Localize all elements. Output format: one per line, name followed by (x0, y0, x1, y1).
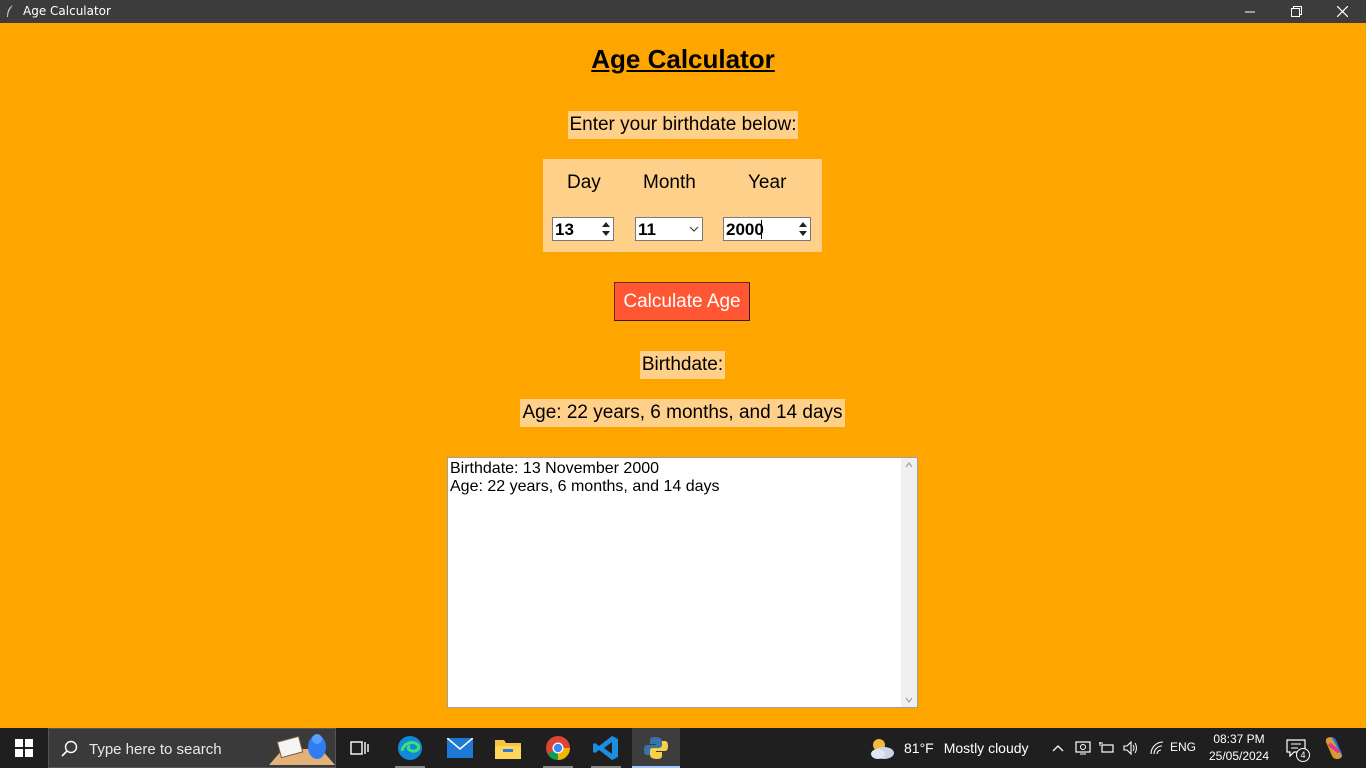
vertical-scrollbar[interactable] (901, 458, 917, 707)
spin-arrows-icon[interactable] (797, 219, 809, 239)
chevron-up-icon (1052, 745, 1064, 752)
taskbar: Type here to search 81°F Mostly cloudy E… (0, 728, 1366, 768)
minimize-icon (1245, 11, 1255, 12)
partly-cloudy-icon (871, 739, 894, 759)
taskbar-file-explorer[interactable] (484, 728, 532, 768)
windows-icon (15, 739, 33, 757)
tray-battery-button[interactable] (1096, 728, 1118, 768)
feather-icon (7, 5, 13, 17)
window-titlebar: Age Calculator (0, 0, 1366, 23)
close-button[interactable] (1319, 0, 1365, 23)
text-cursor (761, 220, 762, 239)
result-textbox[interactable]: Birthdate: 13 November 2000 Age: 22 year… (447, 457, 918, 708)
year-label: Year (748, 172, 787, 193)
result-line-birthdate: Birthdate: 13 November 2000 (450, 460, 660, 477)
tray-volume-button[interactable] (1120, 728, 1142, 768)
taskbar-chrome[interactable] (534, 728, 582, 768)
month-label: Month (643, 172, 696, 193)
month-value[interactable]: 11 (638, 220, 656, 239)
day-spinbox[interactable]: 13 (552, 217, 614, 241)
edge-icon (398, 736, 422, 760)
chevron-down-icon[interactable] (688, 224, 700, 234)
start-button[interactable] (0, 728, 48, 768)
chrome-icon (546, 736, 570, 761)
python-icon (644, 737, 668, 759)
file-explorer-icon (495, 740, 521, 759)
result-line-age: Age: 22 years, 6 months, and 14 days (450, 478, 720, 495)
wifi-icon (1150, 741, 1164, 755)
month-dropdown[interactable]: 11 (635, 217, 703, 241)
copilot-icon[interactable] (1320, 734, 1348, 762)
mail-icon (447, 738, 473, 758)
clock-time: 08:37 PM (1213, 732, 1265, 746)
date-input-panel: Day Month Year 13 11 2000 (543, 159, 822, 252)
weather-widget[interactable]: 81°F Mostly cloudy (868, 728, 1029, 768)
speaker-icon (1123, 741, 1137, 755)
vscode-icon (593, 736, 618, 760)
minimize-button[interactable] (1227, 0, 1273, 23)
tray-network-button[interactable] (1146, 728, 1168, 768)
show-hidden-icons-button[interactable] (1048, 728, 1068, 768)
day-label: Day (567, 172, 601, 193)
result-text: Birthdate: 13 November 2000 Age: 22 year… (450, 460, 720, 496)
weather-condition: Mostly cloudy (943, 740, 1029, 756)
taskbar-vscode[interactable] (582, 728, 630, 768)
search-placeholder: Type here to search (89, 741, 222, 758)
year-spinbox[interactable]: 2000 (723, 217, 811, 241)
clock-date: 25/05/2024 (1208, 749, 1270, 763)
birthdate-result-label: Birthdate: (640, 351, 725, 379)
task-view-icon (350, 741, 369, 755)
calculate-age-button[interactable]: Calculate Age (614, 282, 750, 321)
taskbar-mail[interactable] (436, 728, 484, 768)
age-result-label: Age: 22 years, 6 months, and 14 days (520, 399, 845, 427)
taskbar-search-box[interactable]: Type here to search (48, 728, 336, 768)
day-value[interactable]: 13 (555, 220, 574, 239)
weather-temperature: 81°F (904, 740, 934, 756)
taskbar-python[interactable] (632, 728, 680, 768)
tray-device-button[interactable] (1072, 728, 1094, 768)
search-highlight-illustration-icon (269, 734, 335, 765)
search-icon (61, 740, 78, 757)
taskbar-clock[interactable]: 08:37 PM 25/05/2024 (1204, 731, 1274, 765)
task-view-button[interactable] (336, 728, 384, 768)
battery-plug-icon (1099, 742, 1114, 753)
restore-button[interactable] (1273, 0, 1319, 23)
close-icon (1336, 6, 1348, 17)
restore-icon (1290, 6, 1302, 17)
taskbar-edge[interactable] (386, 728, 434, 768)
device-icon (1075, 741, 1091, 755)
page-title: Age Calculator (591, 44, 775, 74)
notification-count-badge: 4 (1296, 748, 1310, 762)
notification-center-button[interactable]: 4 (1282, 728, 1316, 768)
scroll-down-icon[interactable] (904, 695, 914, 705)
window-title: Age Calculator (23, 4, 111, 18)
birthdate-prompt: Enter your birthdate below: (568, 111, 798, 139)
scroll-up-icon[interactable] (904, 460, 914, 470)
input-language-indicator[interactable]: ENG (1170, 740, 1196, 754)
year-value[interactable]: 2000 (726, 220, 764, 239)
spin-arrows-icon[interactable] (600, 219, 612, 239)
